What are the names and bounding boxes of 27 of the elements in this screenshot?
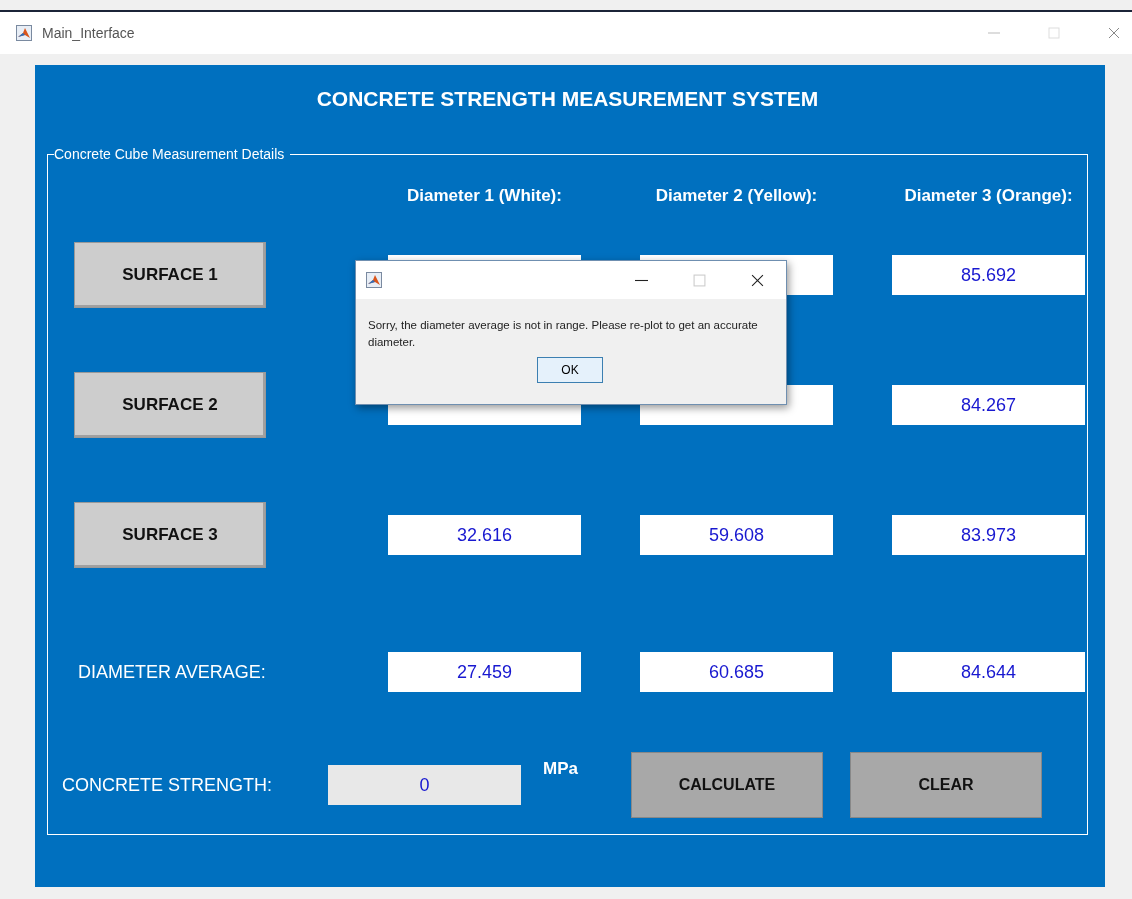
average-field[interactable]: 84.644: [892, 652, 1085, 692]
average-field[interactable]: 60.685: [640, 652, 833, 692]
value-field[interactable]: 84.267: [892, 385, 1085, 425]
app-heading: CONCRETE STRENGTH MEASUREMENT SYSTEM: [315, 86, 820, 112]
average-label: DIAMETER AVERAGE:: [77, 661, 266, 683]
surface-button[interactable]: SURFACE 1: [74, 242, 266, 308]
value-field[interactable]: 85.692: [892, 255, 1085, 295]
action-button[interactable]: CALCULATE: [630, 752, 823, 818]
value-field[interactable]: 59.608: [640, 515, 833, 555]
unit-label: MPa: [543, 759, 578, 779]
column-header: Diameter 3 (Orange):: [904, 186, 1073, 206]
column-header: Diameter 1 (White):: [407, 186, 562, 206]
surface-button[interactable]: SURFACE 2: [74, 372, 266, 438]
value-field[interactable]: 83.973: [892, 515, 1085, 555]
column-header: Diameter 2 (Yellow):: [655, 186, 818, 206]
window-title: Main_Interface: [42, 25, 135, 41]
action-button[interactable]: CLEAR: [849, 752, 1042, 818]
close-icon[interactable]: [751, 273, 764, 287]
average-field[interactable]: 27.459: [388, 652, 581, 692]
value-field[interactable]: 32.616: [388, 515, 581, 555]
app-logo-icon: [366, 272, 382, 288]
strength-label: CONCRETE STRENGTH:: [62, 774, 273, 796]
group-title: Concrete Cube Measurement Details: [54, 146, 291, 162]
ok-button[interactable]: OK: [537, 357, 603, 383]
surface-button[interactable]: SURFACE 3: [74, 502, 266, 568]
app-logo-icon: [16, 25, 32, 41]
dialog-message: Sorry, the diameter average is not in range. Please re-plot to get an accurate diameter.: [368, 318, 759, 350]
